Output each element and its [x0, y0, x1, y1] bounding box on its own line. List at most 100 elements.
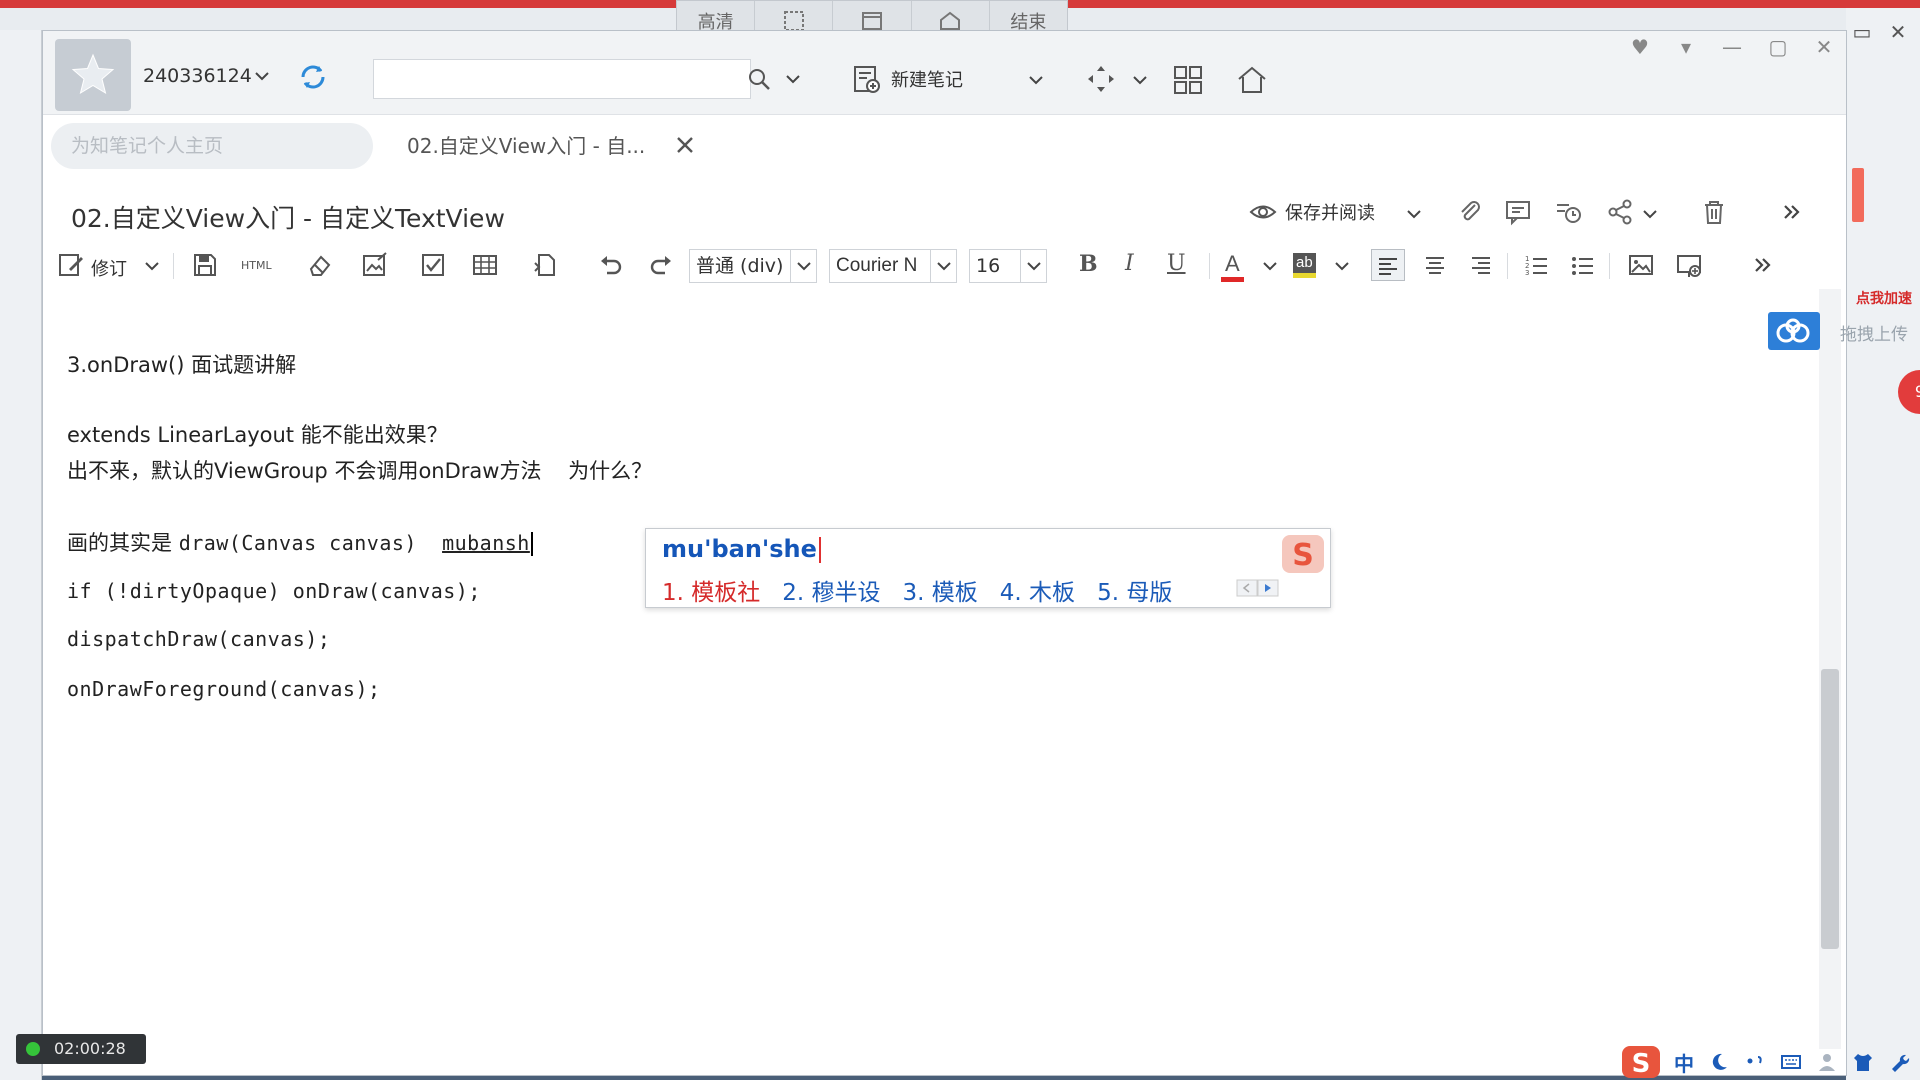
skin-shirt-icon[interactable] [1852, 1051, 1874, 1073]
ime-composition-text: mubansh [442, 531, 530, 555]
align-center-icon[interactable] [1421, 251, 1449, 279]
ime-mode-label[interactable]: 中 [1674, 1048, 1694, 1077]
italic-button[interactable]: I [1125, 251, 1134, 276]
avatar[interactable] [55, 39, 131, 111]
accelerate-label[interactable]: 点我加速 [1856, 288, 1912, 308]
revise-icon[interactable] [57, 251, 85, 279]
save-icon[interactable] [191, 251, 219, 279]
recording-status-icon [26, 1042, 40, 1056]
wrench-icon[interactable] [1888, 1051, 1910, 1073]
font-size-select[interactable]: 16 [969, 249, 1047, 283]
bullet-list-icon[interactable] [1569, 251, 1597, 279]
new-note-button[interactable]: 新建笔记 [851, 63, 963, 95]
screenshot-icon[interactable] [1675, 251, 1703, 279]
ime-pinyin-input: mu'ban'she [662, 535, 821, 563]
toolbar-more-icon[interactable] [1749, 251, 1777, 279]
outer-window-left-edge [0, 30, 42, 1080]
ime-candidate-list: 1. 模板社 2. 穆半设 3. 模板 4. 木板 5. 母版 [662, 573, 1194, 607]
star-avatar-icon [71, 53, 115, 95]
revise-label[interactable]: 修订 [91, 255, 127, 281]
insert-code-icon[interactable] [531, 251, 559, 279]
sync-icon[interactable] [297, 61, 329, 93]
new-note-chevron-icon[interactable] [1027, 71, 1045, 89]
revise-chevron-icon[interactable] [143, 257, 161, 275]
underline-button[interactable]: U [1167, 251, 1186, 276]
half-width-moon-icon[interactable] [1708, 1051, 1730, 1073]
vertical-scrollbar[interactable] [1819, 289, 1841, 1049]
undo-icon[interactable] [597, 251, 625, 279]
checkbox-icon[interactable] [419, 251, 447, 279]
note-editor[interactable]: 3.onDraw() 面试题讲解 extends LinearLayout 能不… [43, 293, 1833, 1075]
account-id[interactable]: 240336124 [143, 65, 252, 87]
move-arrows-icon[interactable] [1085, 63, 1117, 95]
paragraph-style-select[interactable]: 普通 (div) [689, 249, 817, 283]
font-size-value: 16 [976, 255, 1001, 277]
punctuation-icon[interactable] [1744, 1051, 1766, 1073]
ime-page-arrows-icon[interactable] [1236, 579, 1280, 597]
attachment-icon[interactable] [1455, 197, 1485, 227]
ime-candidate[interactable]: 2. 穆半设 [782, 573, 880, 607]
eraser-icon[interactable] [305, 251, 333, 279]
sogou-tray-icon[interactable]: S [1620, 1044, 1662, 1080]
close-icon[interactable]: ✕ [1807, 33, 1841, 61]
chevron-down-icon [930, 250, 956, 282]
drag-upload-label[interactable]: 拖拽上传 [1840, 320, 1908, 345]
user-icon[interactable] [1816, 1051, 1838, 1073]
note-title[interactable]: 02.自定义View入门 - 自定义TextView [71, 199, 505, 235]
align-left-icon[interactable] [1371, 249, 1405, 281]
share-icon[interactable] [1605, 197, 1635, 227]
save-read-chevron-icon[interactable] [1405, 205, 1423, 223]
minimize-icon[interactable]: — [1715, 33, 1749, 61]
ime-candidate[interactable]: 1. 模板社 [662, 573, 760, 607]
move-chevron-icon[interactable] [1131, 71, 1149, 89]
history-icon[interactable] [1553, 197, 1583, 227]
keyboard-icon[interactable] [1780, 1051, 1802, 1073]
insert-image-icon[interactable] [1627, 251, 1655, 279]
highlight-button[interactable]: ab [1293, 253, 1316, 278]
skin-icon[interactable]: ♥ [1623, 33, 1657, 61]
ime-candidate[interactable]: 4. 木板 [1000, 573, 1075, 607]
tab-close-icon[interactable] [673, 133, 697, 157]
comment-icon[interactable] [1503, 197, 1533, 227]
maximize-icon[interactable]: ▢ [1761, 33, 1795, 61]
search-options-chevron-icon[interactable] [785, 71, 801, 87]
editor-text: 画的其实是 [67, 531, 179, 555]
toolbar-divider [1209, 253, 1210, 279]
system-tray: S 中 [1620, 1044, 1920, 1080]
align-right-icon[interactable] [1467, 251, 1495, 279]
top-toolbar: 240336124 新建笔记 ♥ ▾ — ▢ ✕ [43, 31, 1846, 115]
bold-button[interactable]: B [1079, 251, 1098, 277]
table-icon[interactable] [471, 251, 499, 279]
share-chevron-icon[interactable] [1641, 205, 1659, 223]
red-side-tab[interactable] [1852, 168, 1864, 222]
redo-icon[interactable] [647, 251, 675, 279]
scrollbar-thumb[interactable] [1821, 669, 1839, 949]
save-and-read-label: 保存并阅读 [1285, 203, 1375, 224]
save-and-read-button[interactable]: 保存并阅读 [1249, 197, 1375, 227]
cloud-upload-button[interactable] [1768, 312, 1820, 350]
ime-candidate[interactable]: 5. 母版 [1097, 573, 1172, 607]
font-color-chevron-icon[interactable] [1261, 257, 1279, 275]
font-family-select[interactable]: Courier N [829, 249, 957, 283]
recording-timer: 02:00:28 [16, 1034, 146, 1064]
ime-candidate-window: mu'ban'she S 1. 模板社 2. 穆半设 3. 模板 4. 木板 5… [645, 528, 1331, 608]
sogou-logo-icon: S [1282, 535, 1324, 573]
home-icon[interactable] [1235, 63, 1269, 97]
html-button[interactable]: HTML [241, 259, 272, 272]
highlight-chevron-icon[interactable] [1333, 257, 1351, 275]
outer-close-icon[interactable]: ✕ [1886, 20, 1910, 44]
svg-text:S: S [1632, 1049, 1651, 1079]
search-input[interactable] [373, 59, 751, 99]
dropdown-menu-icon[interactable]: ▾ [1669, 33, 1703, 61]
delete-icon[interactable] [1699, 197, 1729, 227]
font-color-button[interactable]: A [1221, 251, 1244, 282]
ime-candidate[interactable]: 3. 模板 [903, 573, 978, 607]
search-icon[interactable] [747, 67, 771, 91]
numbered-list-icon[interactable]: 123 [1523, 251, 1551, 279]
outer-restore-icon[interactable]: ▭ [1850, 20, 1874, 44]
layout-grid-icon[interactable] [1171, 63, 1205, 97]
chevron-down-icon[interactable] [253, 67, 271, 85]
tab-personal-home[interactable]: 为知笔记个人主页 [51, 123, 373, 169]
edit-image-icon[interactable] [361, 251, 389, 279]
expand-more-icon[interactable] [1777, 197, 1807, 227]
